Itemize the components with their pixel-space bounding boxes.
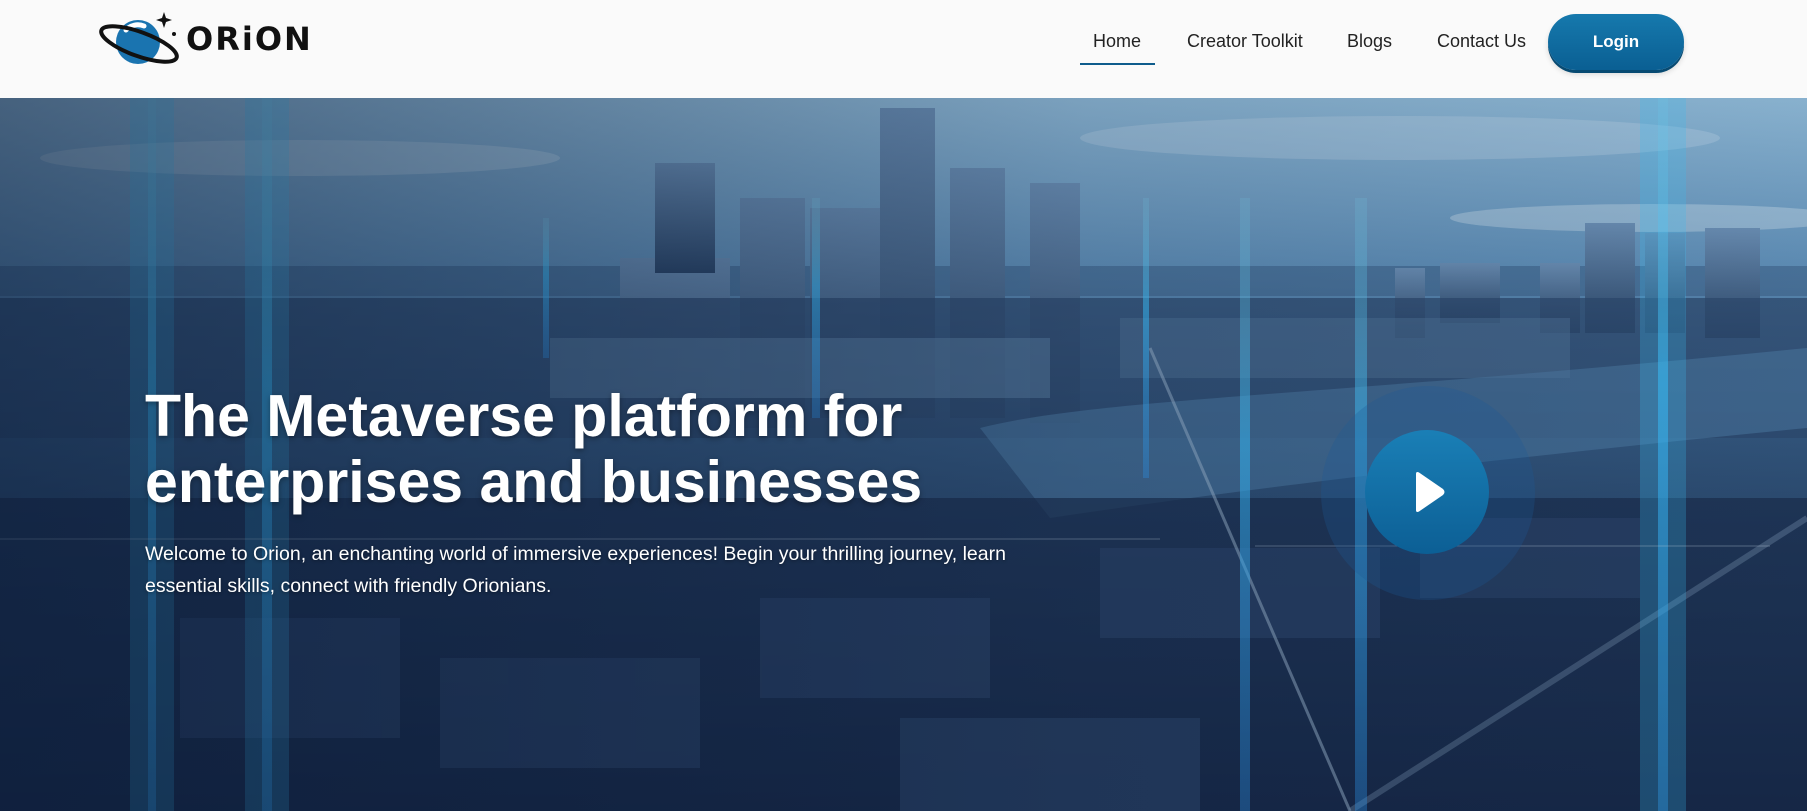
hero-section: The Metaverse platform for enterprises a… [0, 98, 1807, 811]
play-icon [1416, 472, 1445, 512]
orion-planet-icon [99, 12, 179, 64]
active-nav-indicator [1080, 63, 1155, 65]
nav-item-contact-us[interactable]: Contact Us [1437, 28, 1526, 54]
site-header: ORiON Home Creator Toolkit Blogs Contact… [0, 0, 1807, 98]
nav-item-creator-toolkit[interactable]: Creator Toolkit [1187, 28, 1303, 54]
play-video-button[interactable] [1365, 430, 1489, 554]
nav-item-home[interactable]: Home [1093, 28, 1141, 54]
play-video-halo [1321, 386, 1535, 600]
brand-logo[interactable]: ORiON [98, 8, 328, 68]
hero-description: Welcome to Orion, an enchanting world of… [145, 538, 1045, 602]
login-button[interactable]: Login [1548, 14, 1684, 70]
hero-description-line-2: essential skills, connect with friendly … [145, 575, 552, 597]
nav-item-blogs[interactable]: Blogs [1347, 28, 1392, 54]
hero-title-line-1: The Metaverse platform for [145, 383, 903, 449]
hero-description-line-1: Welcome to Orion, an enchanting world of… [145, 543, 1006, 565]
hero-title-line-2: enterprises and businesses [145, 449, 923, 515]
hero-title: The Metaverse platform for enterprises a… [145, 383, 1045, 515]
brand-name: ORiON [186, 20, 313, 58]
